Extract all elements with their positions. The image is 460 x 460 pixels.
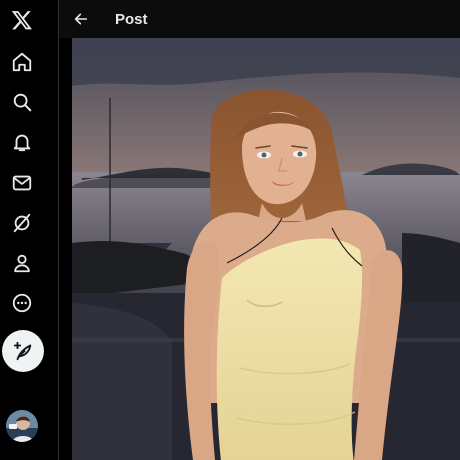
home-icon — [12, 52, 32, 72]
bell-icon — [13, 134, 31, 152]
sidebar-nav — [0, 0, 58, 460]
compose-feather-icon — [13, 341, 32, 361]
more-circle-icon — [12, 293, 32, 313]
nav-explore-button[interactable] — [2, 82, 42, 122]
search-icon — [13, 93, 32, 112]
back-button[interactable] — [63, 1, 99, 37]
nav-more-button[interactable] — [2, 283, 42, 323]
envelope-icon — [12, 175, 32, 191]
post-media-image[interactable] — [72, 38, 460, 460]
sidebar-divider — [58, 0, 59, 460]
post-header: Post — [59, 0, 460, 38]
account-avatar[interactable] — [6, 410, 38, 442]
nav-profile-button[interactable] — [2, 243, 42, 283]
page-title: Post — [115, 10, 148, 28]
nav-notifications-button[interactable] — [2, 122, 42, 162]
x-logo-icon[interactable] — [2, 0, 42, 40]
compose-post-button[interactable] — [2, 330, 44, 372]
nav-home-button[interactable] — [2, 42, 42, 82]
nav-grok-button[interactable] — [2, 203, 42, 243]
grok-icon — [13, 213, 31, 233]
nav-messages-button[interactable] — [2, 163, 42, 203]
arrow-left-icon — [74, 13, 88, 25]
person-icon — [14, 254, 30, 273]
